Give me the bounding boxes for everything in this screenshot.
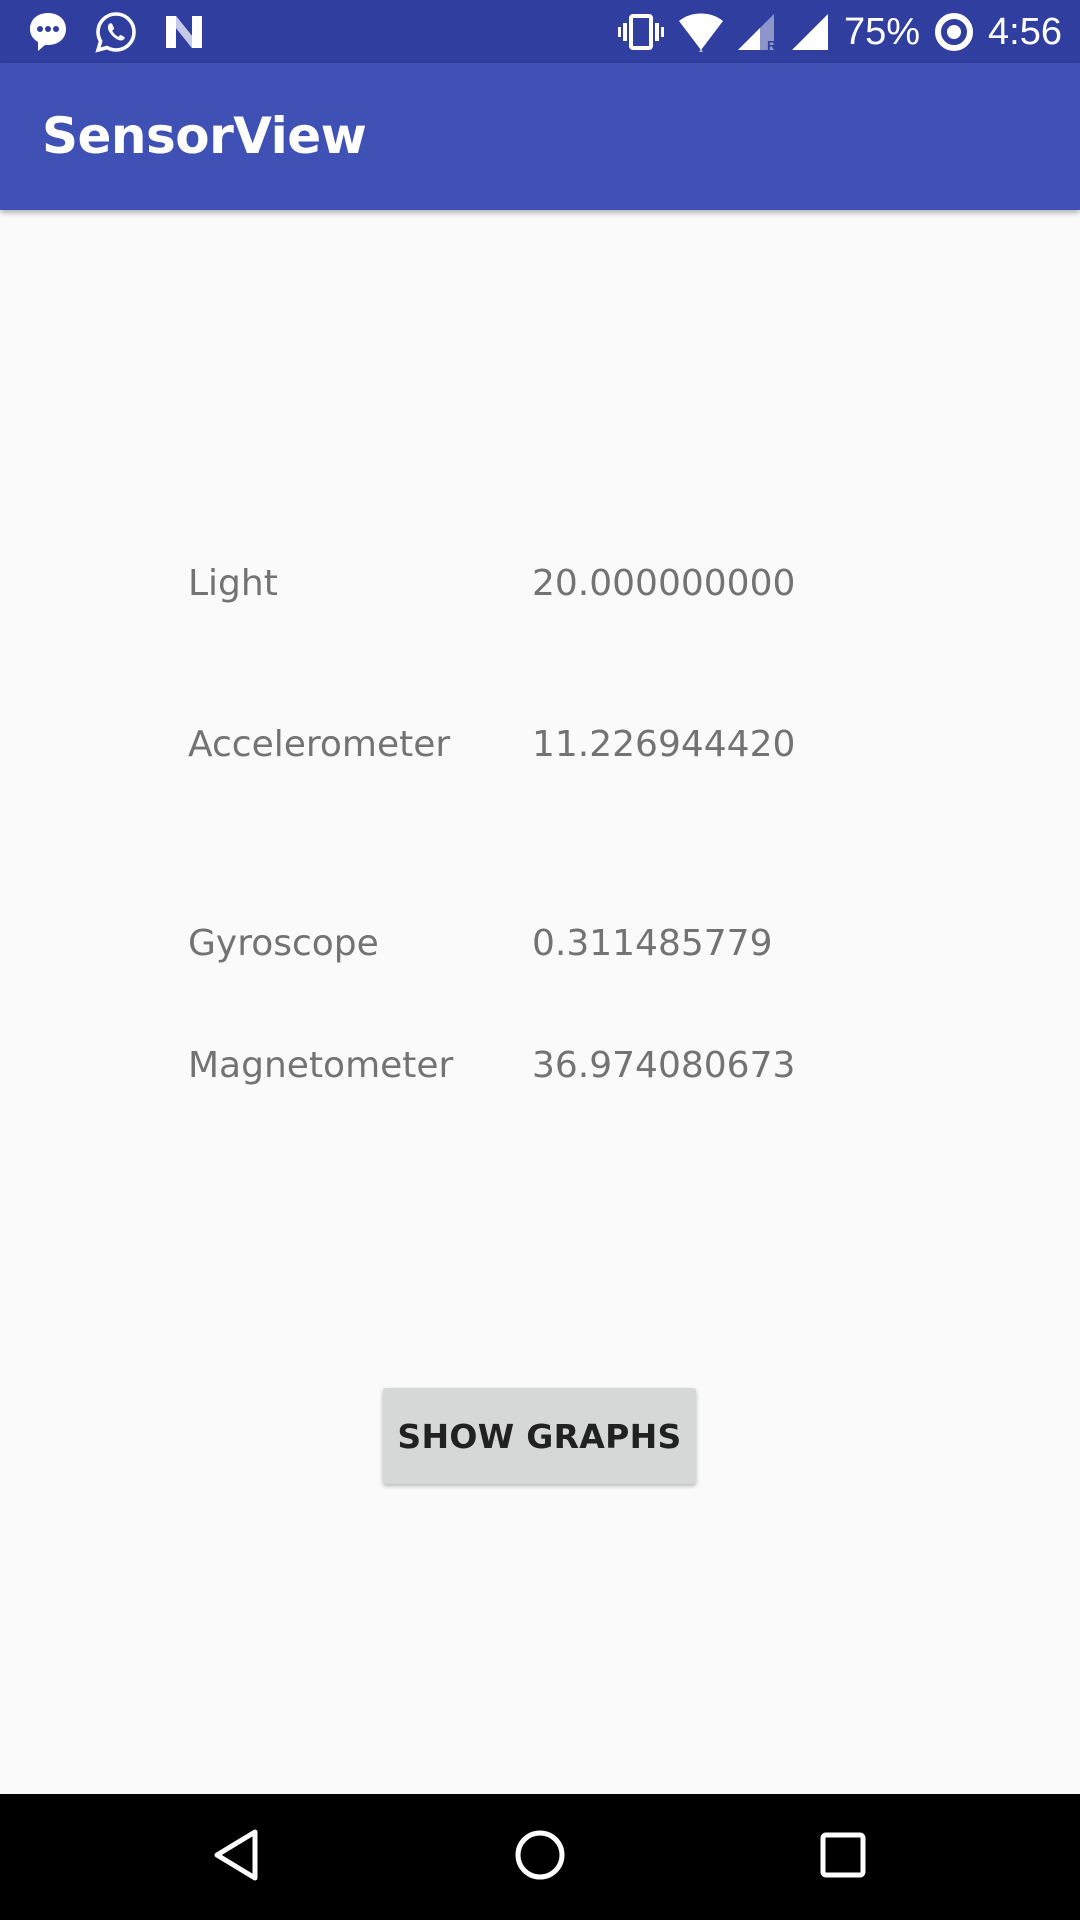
recents-icon (820, 1832, 866, 1882)
svg-text:R: R (767, 38, 777, 52)
status-bar: R 75% 4:56 (0, 0, 1080, 63)
sensor-value: 36.974080673 (532, 1045, 796, 1086)
app-title: SensorView (42, 107, 367, 165)
app-bar: SensorView (0, 63, 1080, 210)
sensor-label: Accelerometer (188, 724, 451, 765)
navigation-bar (0, 1794, 1080, 1920)
messenger-icon (28, 10, 68, 54)
cell-signal-icon (791, 12, 830, 52)
show-graphs-button[interactable]: SHOW GRAPHS (383, 1388, 696, 1484)
sensor-value: 20.000000000 (532, 563, 796, 604)
whatsapp-icon (94, 10, 138, 54)
sensor-label: Magnetometer (188, 1045, 454, 1086)
battery-percent: 75% (843, 11, 921, 53)
sensor-value: 11.226944420 (532, 724, 796, 765)
home-button[interactable] (500, 1817, 580, 1897)
cell-signal-roaming-icon: R (737, 12, 778, 52)
back-icon (211, 1828, 261, 1886)
system-status: R 75% 4:56 (617, 6, 1062, 58)
clock: 4:56 (988, 11, 1062, 53)
sensor-label: Light (188, 563, 278, 604)
back-button[interactable] (196, 1817, 276, 1897)
wifi-icon (678, 12, 724, 52)
vibrate-icon (617, 12, 664, 52)
sensor-value: 0.311485779 (532, 923, 773, 964)
n-logo-icon (164, 14, 204, 50)
screen: R 75% 4:56 SensorView Light 20.000000000… (0, 0, 1080, 1920)
home-icon (514, 1829, 566, 1885)
notification-icons (28, 10, 204, 54)
recents-button[interactable] (803, 1817, 883, 1897)
battery-saver-icon (934, 12, 974, 52)
sensor-label: Gyroscope (188, 923, 379, 964)
